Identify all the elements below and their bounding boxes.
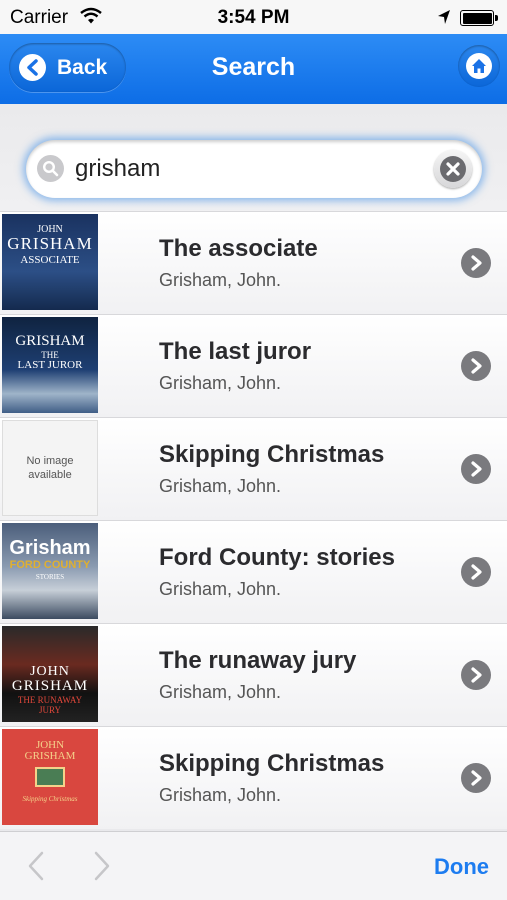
home-icon (466, 53, 492, 79)
book-cover: JOHN GRISHAM THE RUNAWAY JURY (2, 626, 98, 722)
home-button[interactable] (458, 45, 500, 87)
book-title: The last juror (159, 338, 312, 365)
clock: 3:54 PM (217, 7, 290, 28)
location-arrow-icon (438, 10, 450, 24)
disclosure-chevron-icon[interactable] (461, 660, 491, 690)
book-cover: No image available (2, 420, 98, 516)
cover-text: GRISHAM (24, 750, 76, 762)
disclosure-chevron-icon[interactable] (461, 351, 491, 381)
cover-text: Grisham (9, 537, 91, 559)
book-cover: JOHN GRISHAM Skipping Christmas (2, 729, 98, 825)
page-title: Search (211, 53, 296, 81)
disclosure-chevron-icon[interactable] (461, 557, 491, 587)
book-title: Skipping Christmas (159, 441, 385, 468)
book-title: The runaway jury (159, 647, 357, 674)
cover-text: GRISHAM (15, 333, 85, 349)
book-author: Grisham, John. (159, 579, 282, 599)
no-image-text: No image (26, 455, 74, 467)
cover-text: Skipping Christmas (22, 795, 78, 803)
disclosure-chevron-icon[interactable] (461, 763, 491, 793)
battery-icon (460, 10, 498, 26)
cover-text: FORD COUNTY (9, 559, 91, 571)
list-item[interactable]: GRISHAM THE LAST JUROR The last juror Gr… (0, 314, 507, 417)
book-author: Grisham, John. (159, 476, 282, 496)
close-icon (446, 162, 460, 176)
cover-text: GRISHAM (11, 678, 89, 694)
results-list: JOHN GRISHAM ASSOCIATE The associate Gri… (0, 211, 507, 831)
list-item[interactable]: JOHN GRISHAM ASSOCIATE The associate Gri… (0, 211, 507, 314)
cover-text: LAST JUROR (17, 359, 83, 371)
search-input[interactable] (73, 152, 413, 186)
search-field[interactable] (26, 140, 482, 198)
navigation-bar: Back Search (0, 34, 507, 104)
book-author: Grisham, John. (159, 785, 282, 805)
cover-text: GRISHAM (7, 234, 93, 253)
previous-arrow-icon[interactable] (26, 851, 46, 881)
cover-text: STORIES (35, 573, 65, 581)
next-arrow-icon[interactable] (92, 851, 112, 881)
book-author: Grisham, John. (159, 270, 282, 290)
cover-text: ASSOCIATE (20, 254, 80, 266)
list-item[interactable]: JOHN GRISHAM Skipping Christmas Skipping… (0, 726, 507, 829)
book-title: Skipping Christmas (159, 750, 385, 777)
book-title: The associate (159, 235, 318, 262)
book-cover: Grisham FORD COUNTY STORIES (2, 523, 98, 619)
cover-illustration (35, 767, 65, 787)
cover-text: JURY (38, 705, 61, 715)
disclosure-chevron-icon[interactable] (461, 454, 491, 484)
disclosure-chevron-icon[interactable] (461, 248, 491, 278)
keyboard-toolbar: Done (0, 831, 507, 900)
cover-text: THE RUNAWAY (17, 695, 83, 705)
status-bar: Carrier 3:54 PM (0, 0, 507, 34)
book-author: Grisham, John. (159, 373, 282, 393)
search-area (0, 104, 507, 211)
book-title: Ford County: stories (159, 544, 396, 571)
book-cover: JOHN GRISHAM ASSOCIATE (2, 214, 98, 310)
list-item[interactable]: No image available Skipping Christmas Gr… (0, 417, 507, 520)
search-icon (37, 155, 64, 182)
done-button[interactable]: Done (434, 854, 489, 880)
list-item[interactable]: Grisham FORD COUNTY STORIES Ford County:… (0, 520, 507, 623)
book-author: Grisham, John. (159, 682, 282, 702)
book-cover: GRISHAM THE LAST JUROR (2, 317, 98, 413)
clear-search-button[interactable] (434, 150, 472, 188)
no-image-text: available (28, 469, 72, 481)
list-item[interactable]: JOHN GRISHAM THE RUNAWAY JURY The runawa… (0, 623, 507, 726)
